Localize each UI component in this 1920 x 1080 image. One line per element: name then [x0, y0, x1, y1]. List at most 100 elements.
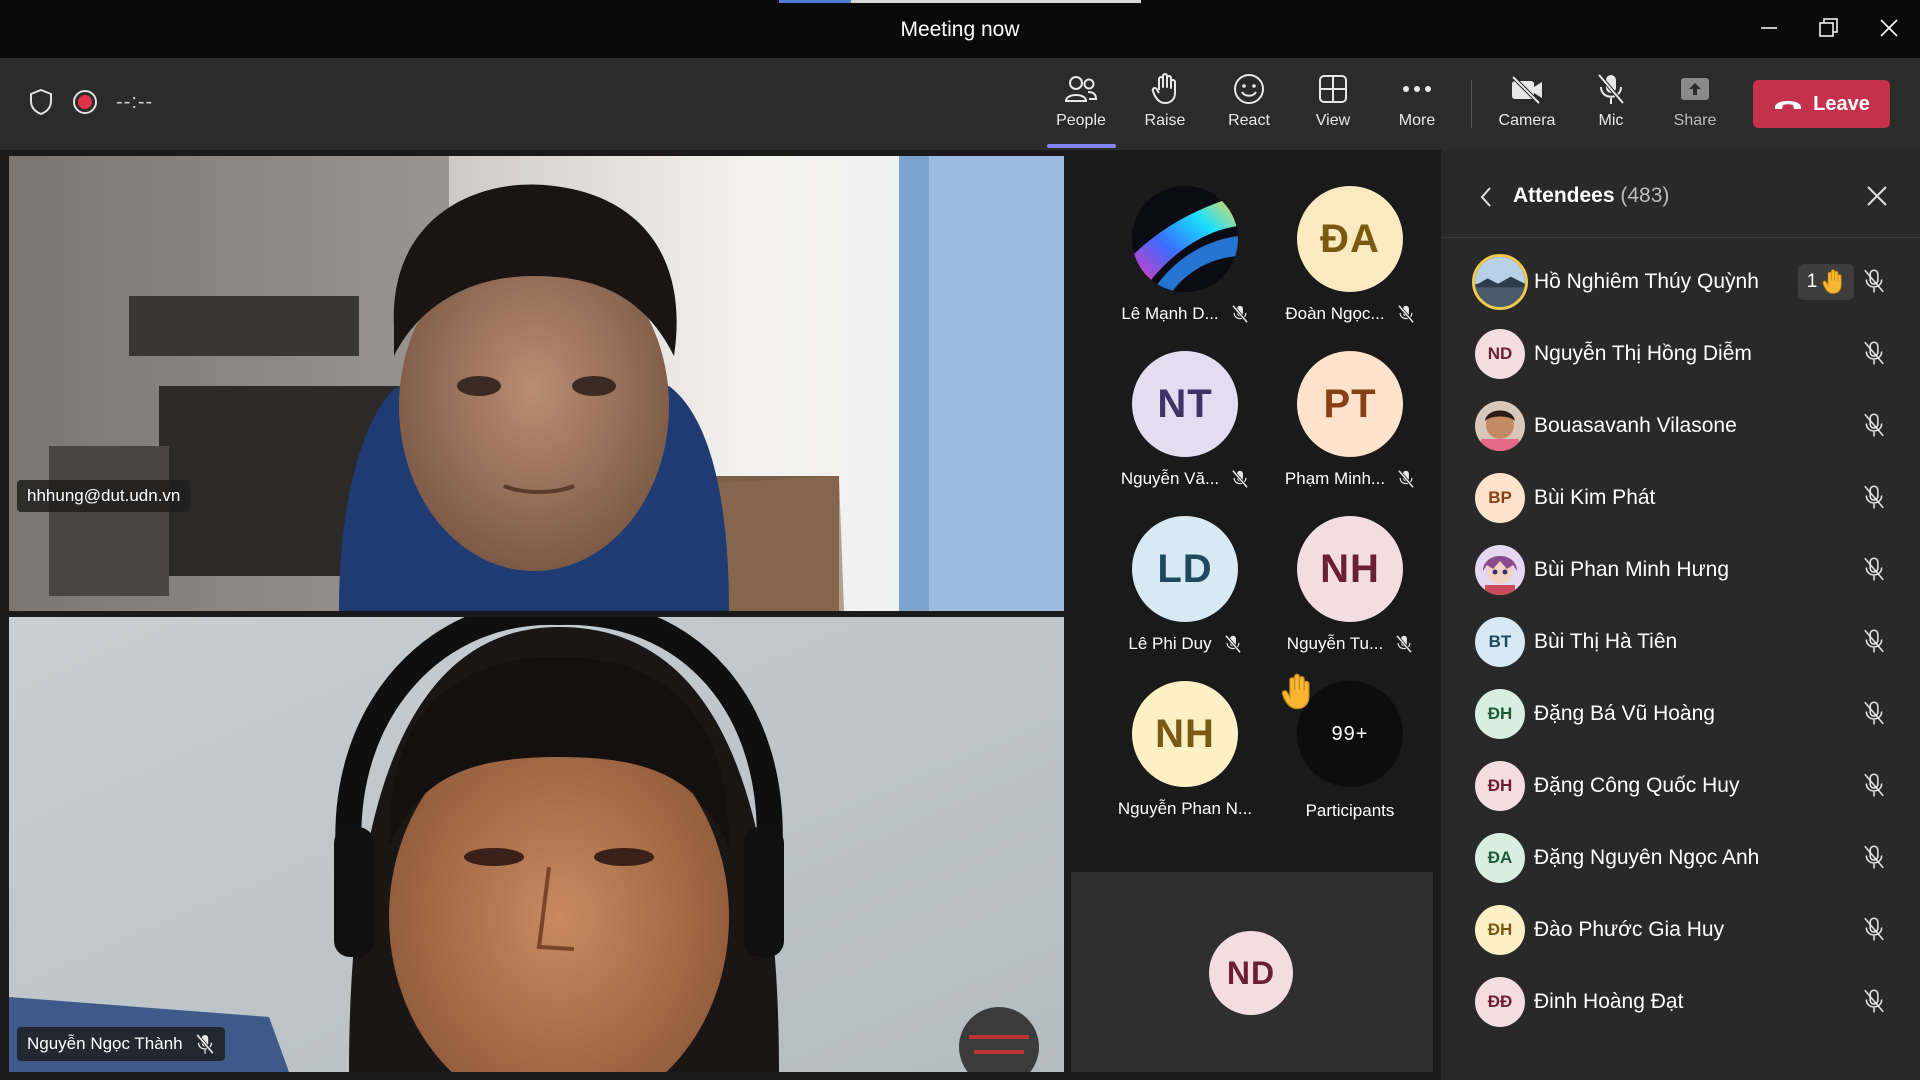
restore-button[interactable]: [1809, 12, 1849, 44]
attendee-row[interactable]: ĐH Đặng Công Quốc Huy: [1441, 750, 1920, 822]
avatar: PT: [1297, 351, 1403, 457]
more-button[interactable]: More: [1375, 70, 1459, 140]
attendee-row[interactable]: BT Bùi Thị Hà Tiên: [1441, 606, 1920, 678]
shield-icon[interactable]: [28, 88, 54, 116]
recording-icon: [73, 90, 97, 114]
mic-off-icon: [1864, 269, 1884, 293]
mic-off-icon: [1396, 634, 1413, 654]
participant-tile[interactable]: NT Nguyễn Vă...: [1105, 351, 1265, 511]
attendee-name: Bouasavanh Vilasone: [1534, 414, 1737, 437]
video-tile-nguyen-ngoc-thanh[interactable]: Nguyễn Ngọc Thành: [9, 617, 1064, 1072]
meeting-timer: --:--: [116, 90, 154, 113]
panel-title-text: Attendees: [1513, 184, 1615, 207]
avatar: NH: [1297, 516, 1403, 622]
chevron-left-icon[interactable]: [1479, 186, 1493, 208]
raise-label: Raise: [1144, 112, 1186, 129]
mic-off-icon: [1864, 845, 1884, 869]
participant-tile[interactable]: LD Lê Phi Duy: [1105, 516, 1265, 676]
leave-button[interactable]: Leave: [1753, 80, 1890, 128]
attendee-row[interactable]: BP Bùi Kim Phát: [1441, 462, 1920, 534]
mic-off-icon: [1864, 557, 1884, 581]
avatar: [1475, 401, 1525, 451]
people-button[interactable]: People: [1039, 70, 1123, 140]
attendee-name: Đặng Công Quốc Huy: [1534, 774, 1740, 797]
mic-off-icon: [1864, 701, 1884, 725]
raise-hand-button[interactable]: Raise: [1123, 70, 1207, 140]
participant-tile[interactable]: PT Phạm Minh...: [1270, 351, 1430, 511]
video-tile-hhhung[interactable]: hhhung@dut.udn.vn: [9, 156, 1064, 611]
participant-grid: Lê Mạnh D... ĐA Đoàn Ngọc... NT Nguyễn V…: [1071, 150, 1440, 862]
avatar-image: [1132, 186, 1238, 292]
mic-off-icon: [1231, 469, 1249, 489]
tile-name: Participants: [1305, 801, 1395, 820]
loading-bar: [779, 0, 1141, 3]
mic-button[interactable]: Mic: [1569, 70, 1653, 140]
mic-off-icon: [1397, 469, 1415, 489]
close-window-button[interactable]: [1869, 12, 1909, 44]
attendee-name: Bùi Phan Minh Hưng: [1534, 558, 1729, 581]
participant-tile[interactable]: ĐA Đoàn Ngọc...: [1270, 186, 1430, 346]
avatar: BT: [1475, 617, 1525, 667]
avatar: [1132, 186, 1238, 292]
attendee-row[interactable]: Bouasavanh Vilasone: [1441, 390, 1920, 462]
mic-off-icon: [1864, 773, 1884, 797]
participant-tile[interactable]: NH Nguyễn Tu...: [1270, 516, 1430, 676]
hand-icon: [1151, 73, 1176, 104]
attendee-row[interactable]: ĐH Đặng Bá Vũ Hoàng: [1441, 678, 1920, 750]
avatar: [1475, 545, 1525, 595]
close-panel-icon[interactable]: [1866, 185, 1888, 207]
attendee-mic-status: [1862, 340, 1886, 371]
mic-label: Mic: [1598, 112, 1624, 129]
avatar: ND: [1209, 931, 1293, 1015]
mic-off-icon: [1864, 629, 1884, 653]
camera-button[interactable]: Camera: [1485, 70, 1569, 140]
restore-icon: [1819, 18, 1838, 37]
attendee-mic-status: [1862, 916, 1886, 947]
attendee-mic-status: [1862, 988, 1886, 1019]
tile-name: Nguyễn Phan N...: [1117, 799, 1253, 818]
avatar: BP: [1475, 473, 1525, 523]
window-title: Meeting now: [900, 18, 1020, 41]
attendee-name: Đặng Bá Vũ Hoàng: [1534, 702, 1715, 725]
attendee-row[interactable]: Hồ Nghiêm Thúy Quỳnh 1: [1441, 246, 1920, 318]
loading-bar-fill: [779, 0, 852, 3]
attendee-name: Bùi Kim Phát: [1534, 486, 1656, 509]
more-participants-tile[interactable]: 99+ Participants: [1270, 673, 1430, 841]
react-label: React: [1228, 112, 1270, 129]
people-icon: [1064, 76, 1098, 102]
avatar: [1472, 254, 1528, 310]
participant-tile[interactable]: Lê Mạnh D...: [1105, 186, 1265, 346]
hand-order: 1: [1806, 271, 1818, 292]
share-button[interactable]: Share: [1653, 70, 1737, 140]
attendee-name: Đặng Nguyên Ngọc Anh: [1534, 846, 1760, 869]
camera-label: Camera: [1498, 112, 1556, 129]
mic-off-icon: [1231, 304, 1248, 324]
panel-header: Attendees (483): [1441, 150, 1920, 238]
attendee-row[interactable]: Bùi Phan Minh Hưng: [1441, 534, 1920, 606]
mic-off-icon: [1864, 341, 1884, 365]
react-button[interactable]: React: [1207, 70, 1291, 140]
attendee-row[interactable]: ĐA Đặng Nguyên Ngọc Anh: [1441, 822, 1920, 894]
attendee-row[interactable]: ĐĐ Đinh Hoàng Đạt: [1441, 966, 1920, 1038]
mic-off-icon: [1864, 485, 1884, 509]
avatar: ĐH: [1475, 689, 1525, 739]
avatar: ĐA: [1475, 833, 1525, 883]
participant-name: Nguyễn Ngọc Thành: [27, 1034, 183, 1053]
minimize-button[interactable]: [1749, 12, 1789, 44]
tile-name: Phạm Minh...: [1284, 469, 1386, 488]
participant-video-feed: [9, 156, 1064, 611]
leave-label: Leave: [1813, 92, 1870, 115]
attendee-count: (483): [1620, 184, 1670, 207]
participant-video-feed: [9, 617, 1064, 1072]
video-name-tag: hhhung@dut.udn.vn: [17, 480, 191, 512]
attendee-name: Bùi Thị Hà Tiên: [1534, 630, 1678, 653]
participant-tile[interactable]: NH Nguyễn Phan N...: [1105, 681, 1265, 841]
close-icon: [1880, 19, 1898, 37]
attendee-row[interactable]: ĐH Đào Phước Gia Huy: [1441, 894, 1920, 966]
view-button[interactable]: View: [1291, 70, 1375, 140]
tile-name: Nguyễn Tu...: [1286, 634, 1384, 653]
attendee-row[interactable]: ND Nguyễn Thị Hồng Diễm: [1441, 318, 1920, 390]
hang-up-icon: [1775, 101, 1802, 109]
self-preview-tile[interactable]: ND: [1071, 872, 1433, 1072]
mic-off-icon: [1864, 413, 1884, 437]
